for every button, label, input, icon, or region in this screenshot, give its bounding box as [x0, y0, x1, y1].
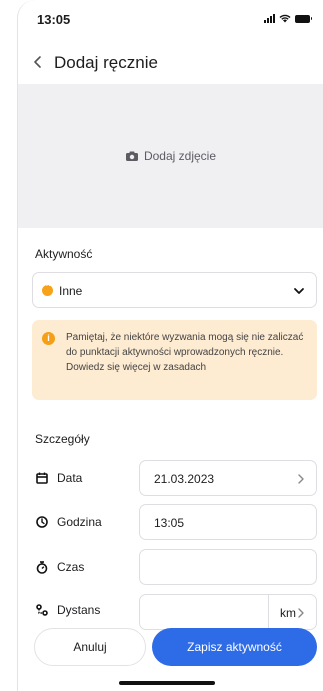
clock-icon: [36, 516, 48, 528]
route-icon: [36, 604, 48, 616]
chevron-right-icon: [298, 608, 304, 618]
details-section-label: Szczegóły: [35, 432, 90, 446]
activity-select[interactable]: Inne: [32, 272, 317, 308]
add-photo-area[interactable]: Dodaj zdjęcie: [18, 84, 323, 228]
notice-text[interactable]: Pamiętaj, że niektóre wyzwania mogą się …: [66, 330, 310, 375]
wifi-icon: [279, 14, 291, 23]
camera-icon: [125, 151, 138, 161]
nav-bar: Dodaj ręcznie: [18, 44, 323, 84]
activity-other-icon: [42, 280, 53, 296]
save-activity-button[interactable]: Zapisz aktywność: [152, 628, 317, 666]
date-row-label: Data: [36, 471, 82, 485]
calendar-icon: [36, 472, 48, 484]
duration-label: Czas: [57, 560, 85, 574]
signal-icon: [264, 14, 275, 23]
duration-field[interactable]: [139, 549, 317, 585]
stopwatch-icon: [36, 560, 48, 574]
date-value: 21.03.2023: [154, 472, 215, 486]
add-photo-label: Dodaj zdjęcie: [143, 149, 217, 163]
field-divider: [268, 595, 269, 629]
status-bar: 13:05: [18, 0, 323, 44]
chevron-right-icon: [298, 474, 304, 484]
back-button[interactable]: [28, 50, 50, 74]
home-indicator: [119, 681, 215, 685]
status-icons: [264, 14, 312, 23]
chevron-left-icon: [34, 56, 41, 68]
add-photo-button[interactable]: Dodaj zdjęcie: [125, 149, 217, 163]
date-field[interactable]: 21.03.2023: [139, 460, 317, 496]
page-title: Dodaj ręcznie: [54, 53, 158, 72]
manual-entry-notice: i Pamiętaj, że niektóre wyzwania mogą si…: [32, 320, 317, 400]
distance-field[interactable]: km: [139, 594, 317, 630]
status-time: 13:05: [37, 12, 71, 27]
chevron-down-icon: [294, 288, 304, 294]
activity-section-label: Aktywność: [35, 247, 93, 261]
distance-row-label: Dystans: [36, 603, 100, 617]
info-icon: i: [42, 332, 55, 345]
time-value: 13:05: [154, 516, 185, 530]
date-label: Data: [57, 471, 83, 485]
duration-row-label: Czas: [36, 560, 84, 574]
activity-selected-value: Inne: [59, 284, 83, 298]
battery-icon: [295, 14, 312, 23]
time-row-label: Godzina: [36, 515, 102, 529]
time-field[interactable]: 13:05: [139, 504, 317, 540]
distance-label: Dystans: [57, 603, 101, 617]
time-label: Godzina: [57, 515, 102, 529]
distance-unit[interactable]: km: [280, 606, 296, 620]
app-screen: 13:05 Dodaj ręcznie Dodaj zdjęcie Aktywn…: [17, 0, 323, 691]
cancel-button[interactable]: Anuluj: [34, 628, 146, 666]
